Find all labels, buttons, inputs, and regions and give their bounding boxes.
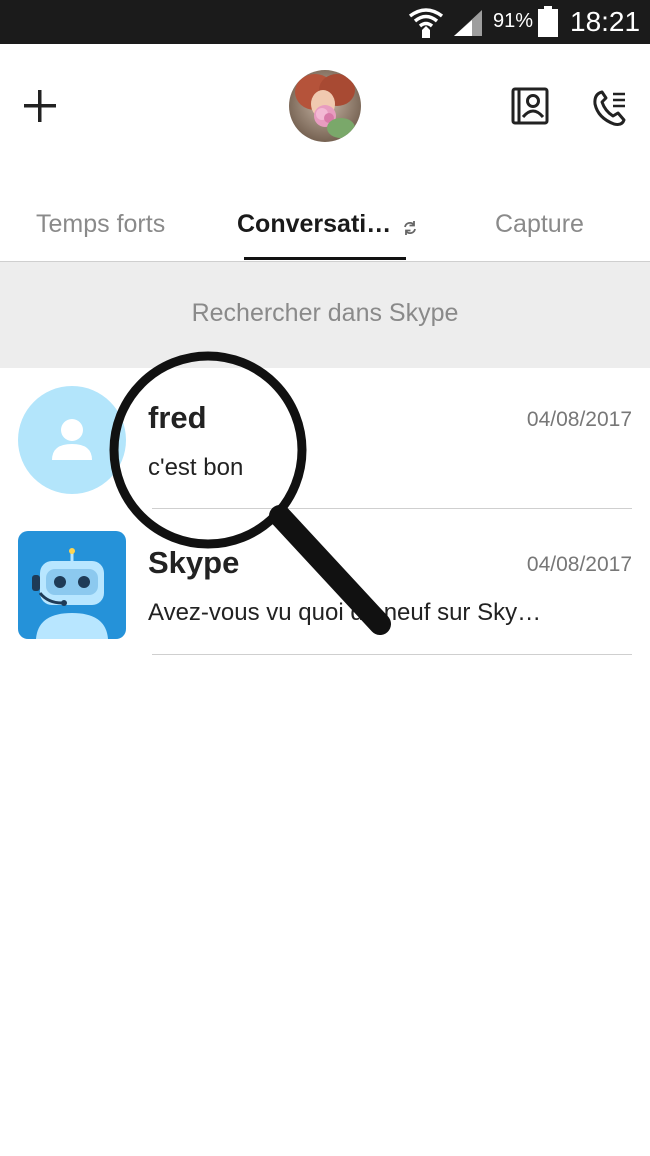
row-divider: [152, 654, 632, 655]
conversation-name: Skype: [148, 545, 240, 580]
signal-icon: [454, 10, 482, 36]
profile-photo-icon: [289, 70, 361, 142]
conversation-name: fred: [148, 400, 207, 435]
plus-icon[interactable]: [20, 86, 60, 126]
conversation-date: 04/08/2017: [526, 408, 632, 431]
contacts-icon[interactable]: [510, 86, 550, 126]
tab-conversations[interactable]: Conversati…: [237, 210, 391, 239]
default-user-avatar: [18, 386, 126, 494]
battery-percent: 91%: [493, 10, 534, 32]
search-bar[interactable]: Rechercher dans Skype: [0, 262, 650, 368]
battery-icon: [538, 6, 558, 37]
robot-icon: [32, 548, 108, 639]
tab-capture[interactable]: Capture: [495, 210, 584, 239]
tab-bar: Temps forts Conversati… Capture: [0, 190, 650, 262]
conversation-row-fred[interactable]: fred 04/08/2017 c'est bon: [0, 368, 650, 513]
user-silhouette-icon: [52, 419, 92, 460]
status-bar: 91% 18:21: [0, 0, 650, 44]
conversation-date: 04/08/2017: [526, 553, 632, 576]
call-log-icon[interactable]: [592, 88, 632, 128]
skype-bot-avatar: [18, 531, 126, 639]
sync-icon: [404, 221, 416, 235]
tab-temps-forts[interactable]: Temps forts: [36, 210, 165, 239]
search-placeholder: Rechercher dans Skype: [191, 299, 459, 327]
active-tab-indicator: [244, 257, 406, 260]
conversation-preview: c'est bon: [148, 454, 244, 481]
status-clock: 18:21: [570, 6, 641, 37]
row-divider: [152, 508, 632, 509]
conversation-row-skype[interactable]: Skype 04/08/2017 Avez-vous vu quoi de ne…: [0, 513, 650, 658]
wifi-icon: [408, 8, 444, 38]
app-header: [0, 44, 650, 174]
profile-avatar[interactable]: [289, 70, 361, 142]
conversation-preview: Avez-vous vu quoi de neuf sur Sky…: [148, 599, 542, 626]
